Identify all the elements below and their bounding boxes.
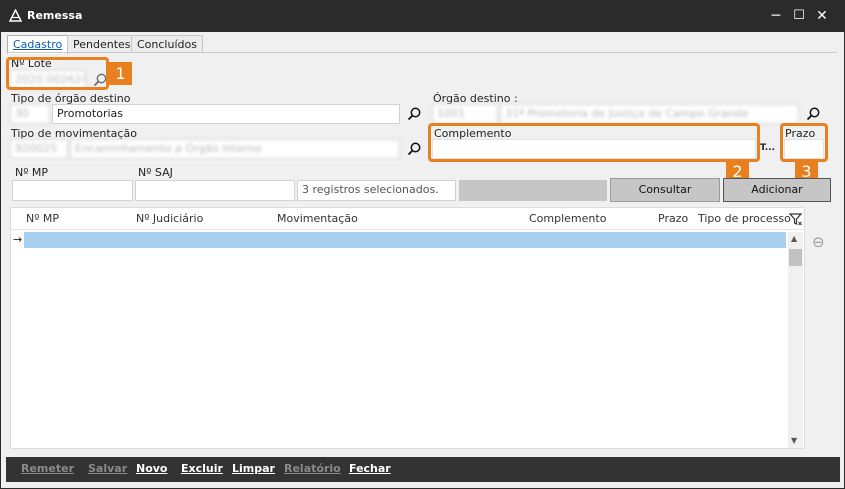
tipo-orgao-input[interactable]: Promotorias bbox=[52, 104, 400, 124]
tab-divider bbox=[7, 52, 837, 53]
tab-concluidos[interactable]: Concluídos bbox=[131, 35, 203, 53]
column-header-prazo[interactable]: Prazo bbox=[658, 212, 688, 225]
window-title: Remessa bbox=[27, 9, 83, 22]
column-header-nmp[interactable]: Nº MP bbox=[26, 212, 59, 225]
remessa-window: Remessa ─ ☐ ✕ Cadastro Pendentes Concluí… bbox=[0, 0, 845, 489]
complemento-more-link[interactable]: T... bbox=[760, 143, 775, 153]
column-header-movimentacao[interactable]: Movimentação bbox=[277, 212, 358, 225]
nsaj-input[interactable] bbox=[135, 180, 295, 201]
progress-placeholder bbox=[459, 180, 607, 201]
vertical-scrollbar[interactable]: ▲ ▼ bbox=[788, 232, 803, 448]
processes-grid: Nº MP Nº Judiciário Movimentação Complem… bbox=[10, 207, 805, 449]
title-bar: Remessa ─ ☐ ✕ bbox=[0, 0, 845, 32]
scroll-up-icon[interactable]: ▲ bbox=[791, 234, 797, 243]
search-icon[interactable] bbox=[406, 106, 422, 122]
scroll-thumb[interactable] bbox=[789, 249, 802, 266]
tab-pendentes[interactable]: Pendentes bbox=[67, 35, 137, 53]
callout-badge-1: 1 bbox=[109, 62, 132, 85]
client-area: Cadastro Pendentes Concluídos Nº Lote 20… bbox=[1, 32, 844, 488]
consultar-processos-button[interactable]: Consultar Processos bbox=[610, 178, 720, 218]
relatorio-button[interactable]: Relatório bbox=[284, 462, 341, 475]
callout-box-1 bbox=[6, 57, 109, 90]
nmp-input[interactable] bbox=[12, 180, 133, 201]
filter-icon[interactable] bbox=[789, 212, 803, 226]
fechar-button[interactable]: Fechar bbox=[349, 462, 391, 475]
column-header-tipo-processo[interactable]: Tipo de processo bbox=[698, 212, 791, 225]
tipo-movimentacao-code[interactable]: 920025 bbox=[10, 139, 68, 159]
app-icon bbox=[9, 9, 22, 22]
remove-row-icon[interactable]: ⊖ bbox=[812, 233, 825, 251]
search-icon[interactable] bbox=[406, 141, 422, 157]
grid-header: Nº MP Nº Judiciário Movimentação Complem… bbox=[11, 208, 804, 230]
tipo-movimentacao-input[interactable]: Encaminhamento a Órgão Interno bbox=[70, 139, 400, 159]
footer-toolbar: Remeter Salvar Novo Excluir Limpar Relat… bbox=[6, 457, 840, 482]
tipo-orgao-code[interactable]: 30 bbox=[10, 104, 50, 124]
remeter-button[interactable]: Remeter bbox=[21, 462, 74, 475]
excluir-button[interactable]: Excluir bbox=[181, 462, 223, 475]
scroll-down-icon[interactable]: ▼ bbox=[791, 436, 797, 445]
salvar-button[interactable]: Salvar bbox=[88, 462, 127, 475]
prazo-input[interactable] bbox=[784, 139, 824, 159]
novo-button[interactable]: Novo bbox=[136, 462, 168, 475]
complemento-input[interactable] bbox=[432, 139, 756, 159]
search-icon[interactable] bbox=[805, 106, 821, 122]
column-header-complemento[interactable]: Complemento bbox=[529, 212, 606, 225]
orgao-destino-code[interactable]: 1001 bbox=[432, 104, 498, 124]
table-row[interactable] bbox=[24, 232, 786, 248]
orgao-destino-input[interactable]: 31ª Promotoria de Justiça de Campo Grand… bbox=[500, 104, 799, 124]
nsaj-label: Nº SAJ bbox=[138, 166, 173, 179]
close-button[interactable]: ✕ bbox=[799, 0, 845, 32]
selection-info: 3 registros selecionados. bbox=[297, 180, 456, 201]
limpar-button[interactable]: Limpar bbox=[232, 462, 275, 475]
close-icon: ✕ bbox=[816, 8, 828, 24]
current-row-marker: → bbox=[13, 233, 23, 246]
column-header-judiciario[interactable]: Nº Judiciário bbox=[136, 212, 203, 225]
adicionar-button[interactable]: Adicionar bbox=[723, 178, 831, 202]
nmp-label: Nº MP bbox=[15, 166, 49, 179]
